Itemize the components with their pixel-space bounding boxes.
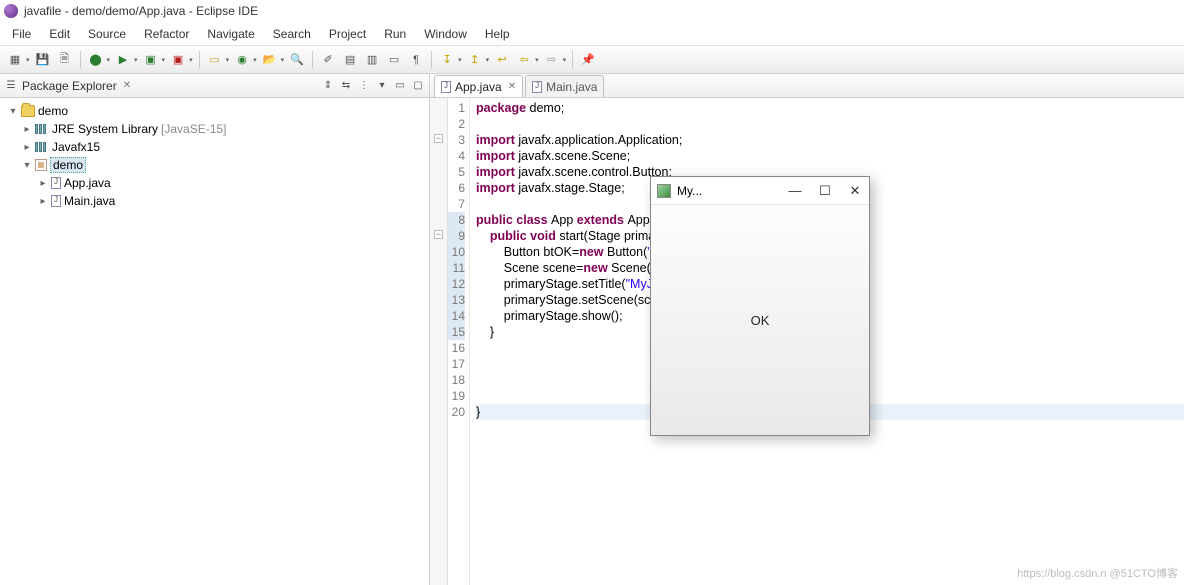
package-explorer-title: Package Explorer [22,79,117,93]
java-file-icon [441,81,451,93]
menu-edit[interactable]: Edit [41,24,78,44]
java-file-icon [51,177,61,189]
menu-help[interactable]: Help [477,24,518,44]
jre-lib-node[interactable]: ▸ JRE System Library [JavaSE-15] [6,120,423,138]
project-node[interactable]: ▾ demo [6,102,423,120]
view-menu-icon[interactable]: ▾ [375,79,389,93]
package-icon [35,159,47,171]
twisty-closed-icon[interactable]: ▸ [22,142,32,153]
window-maximize-icon[interactable]: ☐ [817,183,833,199]
file-node-app[interactable]: ▸ App.java [6,174,423,192]
package-label: demo [50,157,86,173]
window-close-icon[interactable]: ✕ [847,183,863,199]
file-label: Main.java [64,194,115,208]
mark-occur-icon[interactable]: ▥ [363,51,381,69]
filter-icon[interactable]: ⋮ [357,79,371,93]
tab-label: App.java [455,80,502,94]
menu-file[interactable]: File [4,24,39,44]
java-file-icon [51,195,61,207]
javafx-scene: OK [651,205,869,435]
main-toolbar: ▦▾ 💾 🗎 ⬤▾ ▶▾ ▣▾ ▣▾ ▭▾ ◉▾ 📂▾ 🔍 ✐ ▤ ▥ ▭ ¶ … [0,46,1184,74]
show-ws-icon[interactable]: ¶ [407,51,425,69]
run-icon[interactable]: ▶ [114,51,132,69]
package-explorer-view: ☰ Package Explorer ✕ ⇕ ⇆ ⋮ ▾ ▭ ▢ ▾ demo … [0,74,430,585]
menu-project[interactable]: Project [321,24,374,44]
menu-bar: File Edit Source Refactor Navigate Searc… [0,22,1184,46]
window-minimize-icon[interactable]: — [787,183,803,199]
javafx-app-icon [657,184,671,198]
wand-icon[interactable]: ✐ [319,51,337,69]
tab-label: Main.java [546,80,597,94]
link-editor-icon[interactable]: ⇆ [339,79,353,93]
menu-source[interactable]: Source [80,24,134,44]
last-edit-icon[interactable]: ↩ [493,51,511,69]
twisty-closed-icon[interactable]: ▸ [38,196,48,207]
file-label: App.java [64,176,111,190]
javafx-lib-label: Javafx15 [52,140,100,154]
project-label: demo [38,104,68,118]
jre-lib-suffix: [JavaSE-15] [161,122,226,136]
collapse-all-icon[interactable]: ⇕ [321,79,335,93]
save-all-icon[interactable]: 🗎 [56,51,74,69]
ok-button[interactable]: OK [751,313,770,328]
menu-run[interactable]: Run [376,24,414,44]
view-close-icon[interactable]: ✕ [123,80,131,91]
javafx-titlebar[interactable]: My... — ☐ ✕ [651,177,869,205]
maximize-view-icon[interactable]: ▢ [411,79,425,93]
javafx-lib-node[interactable]: ▸ Javafx15 [6,138,423,156]
menu-navigate[interactable]: Navigate [199,24,262,44]
java-file-icon [532,81,542,93]
window-title-bar: javafile - demo/demo/App.java - Eclipse … [0,0,1184,22]
file-node-main[interactable]: ▸ Main.java [6,192,423,210]
search-icon[interactable]: 🔍 [288,51,306,69]
jre-lib-label: JRE System Library [52,122,158,136]
new-icon[interactable]: ▦ [6,51,24,69]
javafx-app-window[interactable]: My... — ☐ ✕ OK [650,176,870,436]
main-area: ☰ Package Explorer ✕ ⇕ ⇆ ⋮ ▾ ▭ ▢ ▾ demo … [0,74,1184,585]
library-icon [35,124,49,134]
menu-refactor[interactable]: Refactor [136,24,197,44]
minimize-view-icon[interactable]: ▭ [393,79,407,93]
save-icon[interactable]: 💾 [34,51,52,69]
package-tree[interactable]: ▾ demo ▸ JRE System Library [JavaSE-15] … [0,98,429,214]
open-type-icon[interactable]: 📂 [261,51,279,69]
pin-icon[interactable]: 📌 [579,51,597,69]
javafx-title: My... [677,184,702,198]
package-explorer-header: ☰ Package Explorer ✕ ⇕ ⇆ ⋮ ▾ ▭ ▢ [0,74,429,98]
ext-tools-icon[interactable]: ▣ [169,51,187,69]
block-sel-icon[interactable]: ▭ [385,51,403,69]
menu-window[interactable]: Window [416,24,475,44]
prev-ann-icon[interactable]: ↥ [466,51,484,69]
library-icon [35,142,49,152]
coverage-icon[interactable]: ▣ [142,51,160,69]
twisty-open-icon[interactable]: ▾ [8,106,18,117]
new-pkg-icon[interactable]: ▭ [206,51,224,69]
twisty-closed-icon[interactable]: ▸ [38,178,48,189]
line-number-gutter[interactable]: 1234567891011121314151617181920 [448,98,470,585]
project-icon [21,105,35,117]
twisty-open-icon[interactable]: ▾ [22,160,32,171]
tab-close-icon[interactable]: ✕ [508,81,516,92]
folding-ruler[interactable]: −− [430,98,448,585]
new-class-icon[interactable]: ◉ [233,51,251,69]
twisty-closed-icon[interactable]: ▸ [22,124,32,135]
debug-icon[interactable]: ⬤ [87,51,105,69]
back-icon[interactable]: ⇦ [515,51,533,69]
next-ann-icon[interactable]: ↧ [438,51,456,69]
editor-tabs: App.java ✕ Main.java [430,74,1184,98]
toggle-breadcrumb-icon[interactable]: ▤ [341,51,359,69]
window-title: javafile - demo/demo/App.java - Eclipse … [24,4,258,18]
tab-app-java[interactable]: App.java ✕ [434,75,523,97]
menu-search[interactable]: Search [265,24,319,44]
tab-main-java[interactable]: Main.java [525,75,604,97]
package-explorer-icon: ☰ [4,79,18,93]
package-node[interactable]: ▾ demo [6,156,423,174]
eclipse-icon [4,4,18,18]
watermark: https://blog.csdn.n @51CTO博客 [1017,565,1178,581]
forward-icon[interactable]: ⇨ [543,51,561,69]
